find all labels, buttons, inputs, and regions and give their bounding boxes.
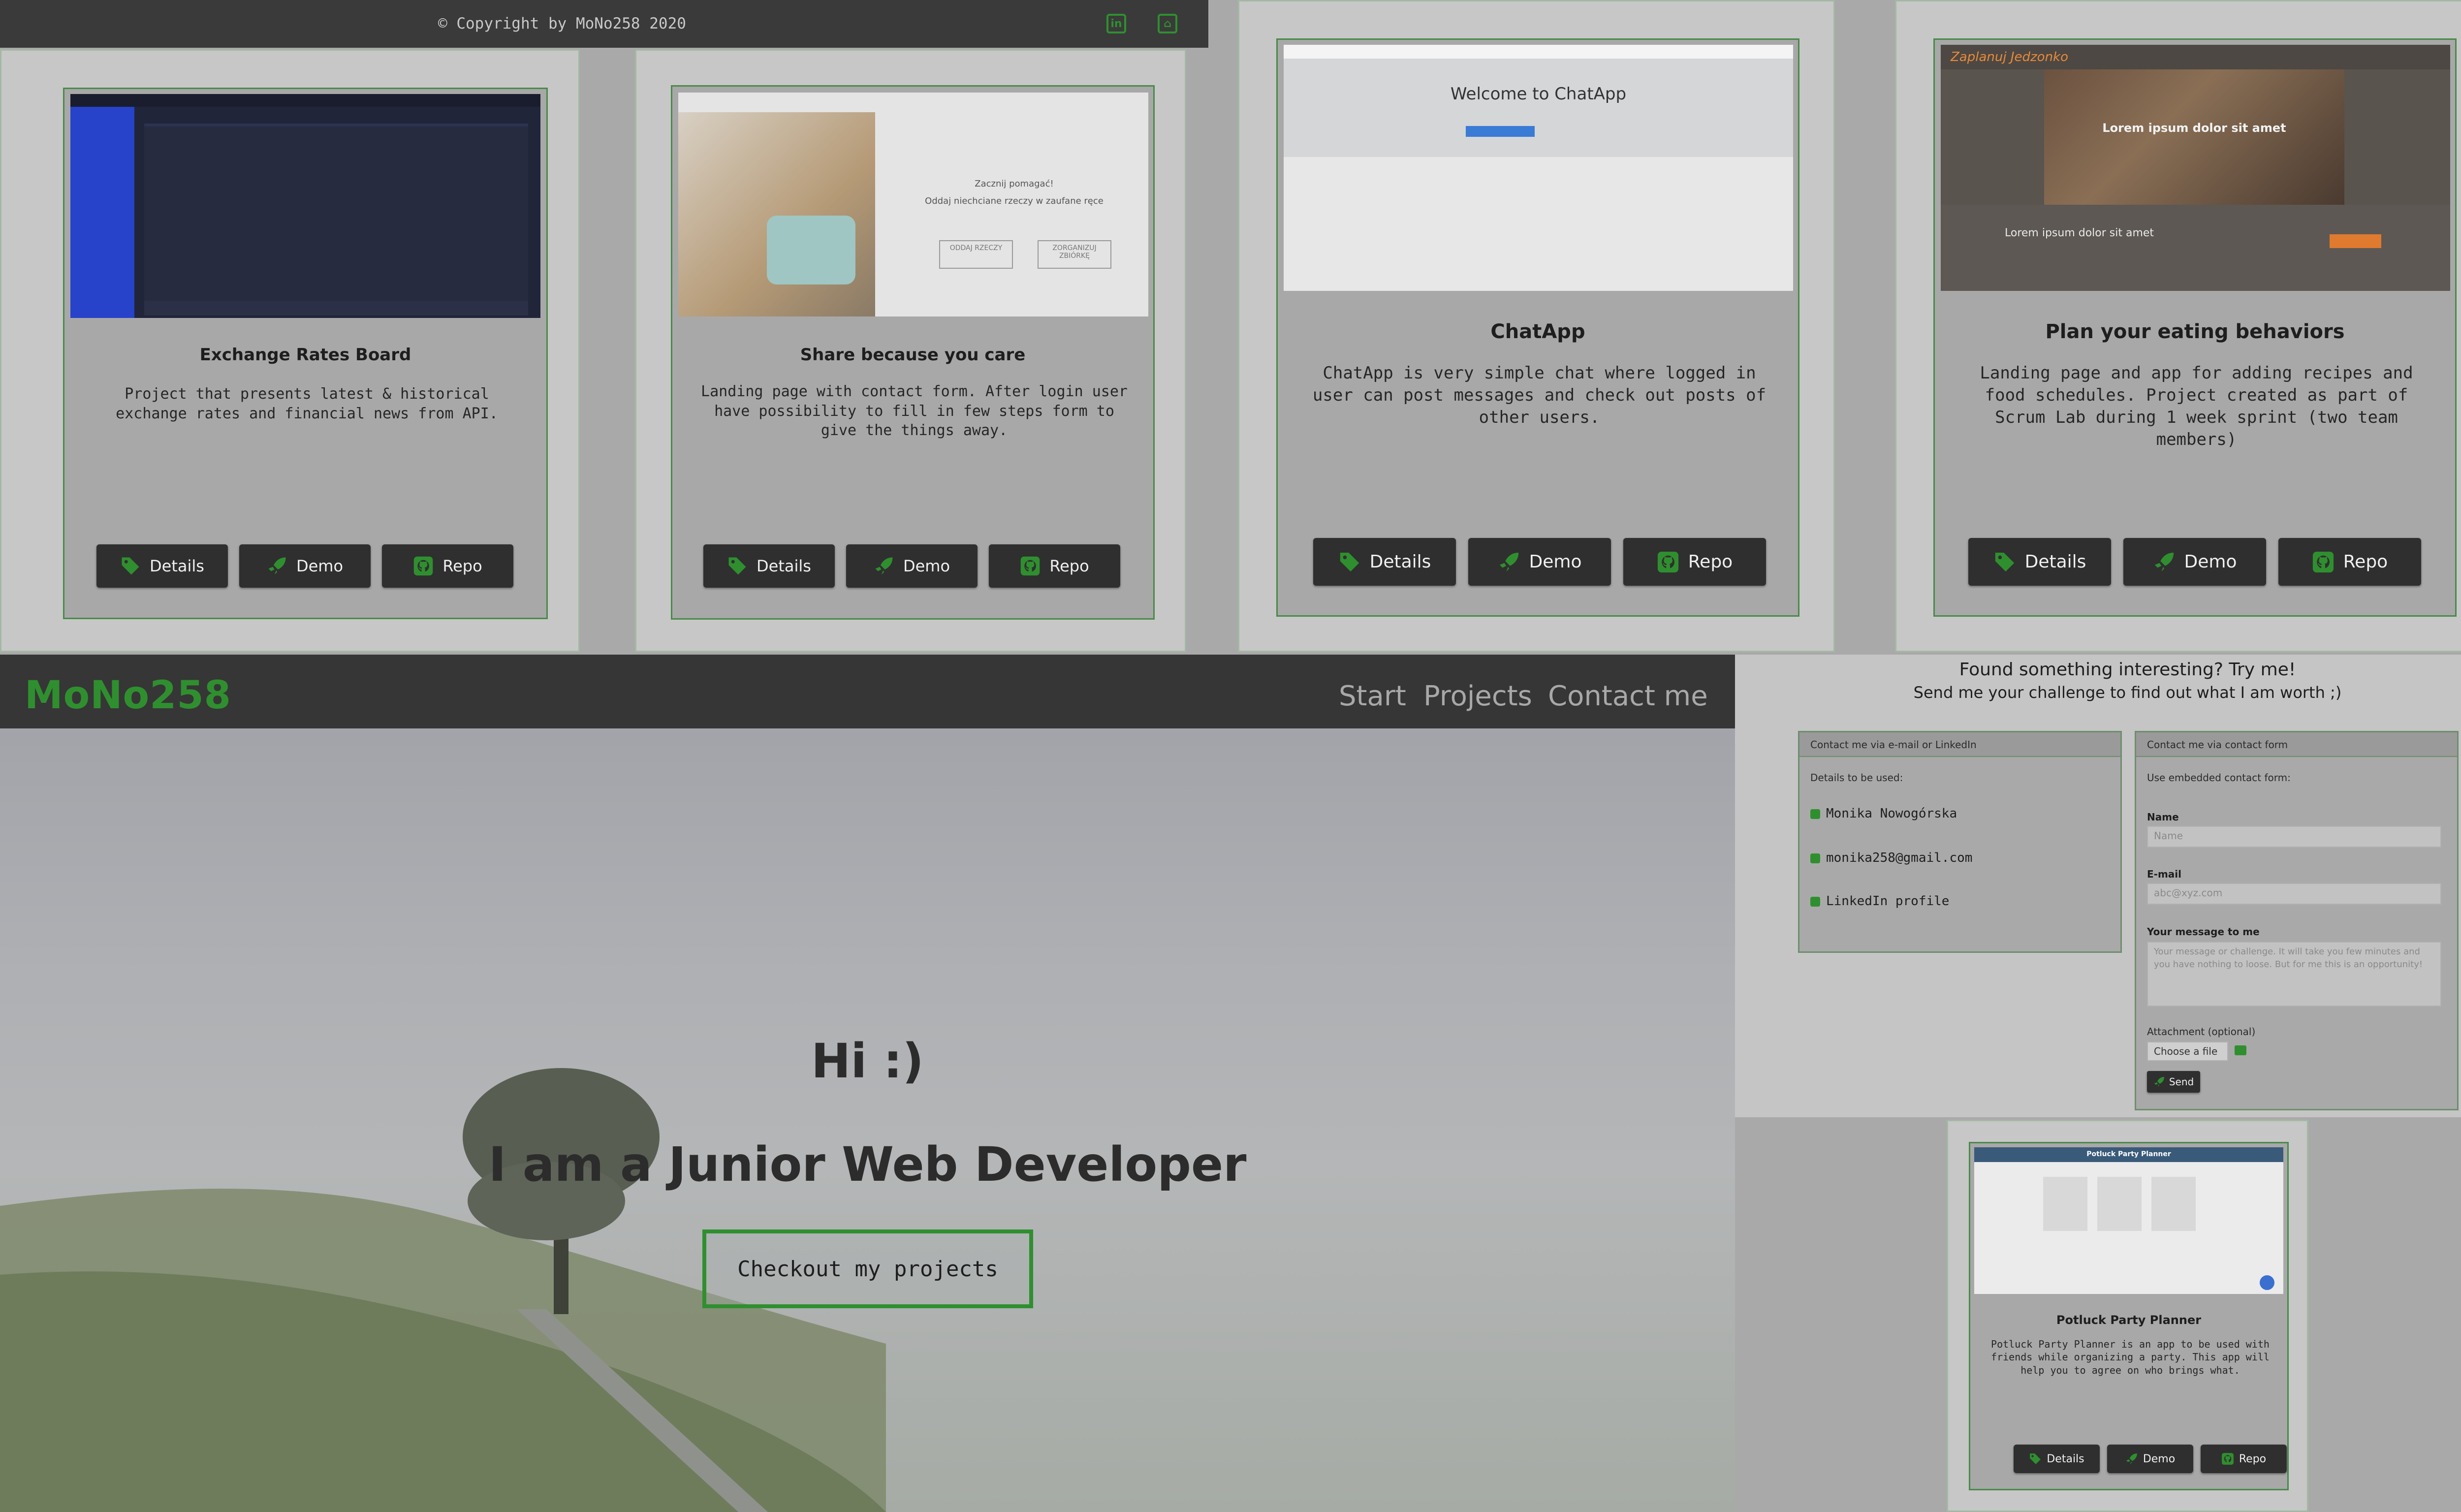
repo-button[interactable]: Repo	[2278, 538, 2421, 586]
repo-button[interactable]: Repo	[1623, 538, 1766, 586]
contact-form-intro: Use embedded contact form:	[2147, 772, 2291, 784]
project-thumbnail[interactable]	[70, 94, 540, 318]
github-icon	[2312, 551, 2334, 572]
details-button[interactable]: Details	[96, 544, 228, 588]
project-card: Welcome to ChatApp ChatApp ChatApp is ve…	[1276, 38, 1799, 617]
email-input[interactable]: abc@xyz.com	[2147, 883, 2441, 905]
project-thumbnail[interactable]: Potluck Party Planner	[1974, 1147, 2283, 1294]
message-textarea[interactable]: Your message or challenge. It will take …	[2147, 942, 2441, 1007]
project-panel-potluck: Potluck Party Planner Potluck Party Plan…	[1947, 1120, 2308, 1512]
project-card: Potluck Party Planner Potluck Party Plan…	[1969, 1142, 2289, 1490]
choose-file-button[interactable]: Choose a file	[2147, 1041, 2228, 1061]
name-input[interactable]: Name	[2147, 826, 2441, 848]
project-description: Project that presents latest & historica…	[116, 385, 498, 422]
repo-button[interactable]: Repo	[989, 544, 1120, 588]
nav-start[interactable]: Start	[1339, 680, 1406, 712]
project-description: Landing page with contact form. After lo…	[701, 383, 1128, 440]
tag-icon	[1340, 552, 1359, 571]
rocket-icon	[875, 557, 893, 575]
contact-details-intro: Details to be used:	[1810, 772, 1903, 784]
checkout-projects-button[interactable]: Checkout my projects	[702, 1229, 1033, 1308]
nav-projects[interactable]: Projects	[1423, 680, 1532, 712]
hero-section: MoNo258 Start Projects Contact me Hi :) …	[0, 655, 1735, 1512]
project-panel-chatapp: Welcome to ChatApp ChatApp ChatApp is ve…	[1238, 0, 1835, 652]
hero-title: I am a Junior Web Developer	[488, 1137, 1247, 1192]
project-panel-exchange: Exchange Rates Board Project that presen…	[0, 49, 580, 652]
tag-icon	[728, 557, 746, 575]
envelope-icon	[1810, 853, 1820, 863]
project-title: Exchange Rates Board	[199, 345, 411, 365]
github-icon	[2221, 1453, 2234, 1465]
brand-logo[interactable]: MoNo258	[25, 673, 231, 718]
details-button[interactable]: Details	[2014, 1445, 2100, 1473]
contact-details-box: Contact me via e-mail or LinkedIn Detail…	[1798, 731, 2122, 953]
navbar: MoNo258 Start Projects Contact me	[0, 655, 1735, 728]
rocket-icon	[1499, 552, 1518, 571]
contact-subheading: Send me your challenge to find out what …	[1913, 683, 2342, 702]
details-button[interactable]: Details	[1968, 538, 2111, 586]
project-description: Potluck Party Planner is an app to be us…	[1991, 1338, 2270, 1376]
project-panel-eating: Zaplanuj Jedzonko Lorem ipsum dolor sit …	[1895, 0, 2461, 652]
demo-button[interactable]: Demo	[846, 544, 978, 588]
copyright-text: © Copyright by MoNo258 2020	[438, 15, 686, 32]
github-icon[interactable]: ⌂	[1158, 14, 1177, 33]
demo-button[interactable]: Demo	[2123, 538, 2266, 586]
project-title: Share because you care	[800, 345, 1026, 365]
tag-icon	[1995, 552, 2014, 571]
project-card: Exchange Rates Board Project that presen…	[63, 88, 548, 619]
repo-button[interactable]: Repo	[2201, 1445, 2287, 1473]
github-icon	[1021, 556, 1040, 576]
github-icon	[414, 556, 433, 576]
project-thumbnail[interactable]: Zaplanuj Jedzonko Lorem ipsum dolor sit …	[1941, 45, 2450, 291]
folder-icon	[2235, 1045, 2246, 1055]
details-button[interactable]: Details	[1313, 538, 1456, 586]
rocket-icon	[2154, 552, 2174, 571]
hero-greeting: Hi :)	[811, 1034, 924, 1089]
tag-icon	[122, 557, 139, 575]
rocket-icon	[2126, 1453, 2137, 1464]
demo-button[interactable]: Demo	[2107, 1445, 2193, 1473]
github-icon	[1657, 551, 1678, 572]
contact-form-header: Contact me via contact form	[2136, 732, 2457, 757]
contact-name: Monika Nowogórska	[1810, 806, 1957, 821]
details-button[interactable]: Details	[703, 544, 835, 588]
attachment-label: Attachment (optional)	[2147, 1026, 2256, 1038]
linkedin-icon[interactable]: in	[1106, 14, 1126, 33]
contact-form-box: Contact me via contact form Use embedded…	[2135, 731, 2459, 1110]
contact-details-header: Contact me via e-mail or LinkedIn	[1799, 732, 2120, 757]
project-title: ChatApp	[1490, 320, 1585, 343]
project-title: Potluck Party Planner	[2056, 1313, 2202, 1327]
project-thumbnail[interactable]: Zacznij pomagać! Oddaj niechciane rzeczy…	[678, 93, 1148, 316]
name-label: Name	[2147, 811, 2179, 823]
tag-icon	[1810, 809, 1820, 819]
project-card: Zacznij pomagać! Oddaj niechciane rzeczy…	[671, 85, 1155, 620]
contact-heading: Found something interesting? Try me!	[1959, 660, 2296, 680]
message-label: Your message to me	[2147, 926, 2260, 938]
email-label: E-mail	[2147, 868, 2182, 880]
linkedin-icon	[1810, 896, 1820, 907]
project-description: ChatApp is very simple chat where logged…	[1312, 363, 1767, 427]
send-button[interactable]: Send	[2147, 1071, 2200, 1093]
tag-icon	[2030, 1453, 2041, 1464]
project-card: Zaplanuj Jedzonko Lorem ipsum dolor sit …	[1933, 38, 2457, 617]
rocket-icon	[2154, 1077, 2164, 1087]
project-panel-share: Zacznij pomagać! Oddaj niechciane rzeczy…	[635, 49, 1186, 652]
project-title: Plan your eating behaviors	[2045, 320, 2345, 343]
project-description: Landing page and app for adding recipes …	[1980, 363, 2413, 449]
rocket-icon	[268, 557, 286, 575]
nav-contact[interactable]: Contact me	[1548, 680, 1708, 712]
linkedin-profile-link[interactable]: LinkedIn profile	[1810, 894, 1949, 909]
project-thumbnail[interactable]: Welcome to ChatApp	[1284, 45, 1793, 291]
contact-section: Found something interesting? Try me! Sen…	[1735, 655, 2461, 1117]
repo-button[interactable]: Repo	[382, 544, 513, 588]
demo-button[interactable]: Demo	[239, 544, 371, 588]
contact-email[interactable]: monika258@gmail.com	[1810, 850, 1972, 865]
footer-bar: © Copyright by MoNo258 2020 in ⌂	[0, 0, 1208, 48]
demo-button[interactable]: Demo	[1468, 538, 1611, 586]
